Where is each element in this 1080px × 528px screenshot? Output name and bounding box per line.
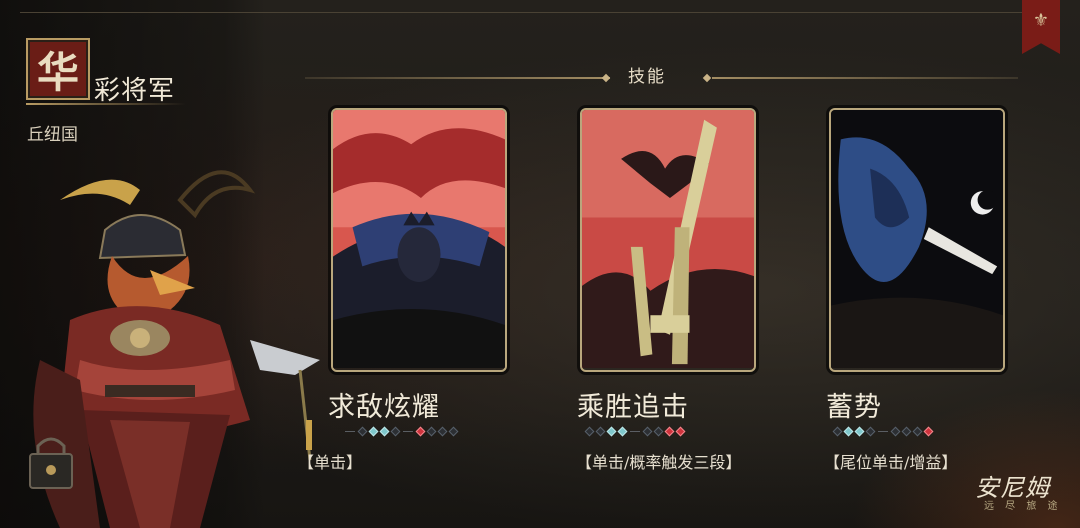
section-divider-right bbox=[712, 77, 1018, 79]
skill-tag-3: 【尾位单击/增益】 bbox=[824, 453, 958, 472]
pip-red bbox=[415, 426, 426, 436]
pip-cyan bbox=[606, 426, 617, 436]
pip bbox=[448, 426, 459, 436]
skill-card-1[interactable] bbox=[331, 108, 507, 372]
skill-tag-2: 【单击/概率触发三段】 bbox=[576, 453, 742, 472]
pip bbox=[390, 426, 401, 436]
character-nation: 丘纽国 bbox=[27, 125, 78, 145]
faction-glyph: 华 bbox=[36, 47, 79, 97]
name-underline bbox=[26, 103, 186, 105]
game-logo-subtitle: 远 尽 旅 途 bbox=[984, 501, 1062, 512]
pip-red bbox=[664, 426, 675, 436]
pip-red bbox=[675, 426, 686, 436]
pip-cyan bbox=[843, 426, 854, 436]
top-divider bbox=[20, 12, 1060, 13]
pip bbox=[901, 426, 912, 436]
crowned-knight-wings-art bbox=[333, 110, 505, 368]
pip bbox=[584, 426, 595, 436]
pip-cyan bbox=[379, 426, 390, 436]
skill-name-3: 蓄势 bbox=[826, 392, 882, 423]
skill-tag-1: 【单击】 bbox=[298, 453, 363, 472]
pip bbox=[832, 426, 843, 436]
skill-position-pips-2 bbox=[584, 425, 686, 437]
pip bbox=[642, 426, 653, 436]
pip-cyan bbox=[368, 426, 379, 436]
pip bbox=[426, 426, 437, 436]
character-name: 彩将军 bbox=[94, 76, 176, 106]
pip-cyan bbox=[854, 426, 865, 436]
pip bbox=[595, 426, 606, 436]
pip bbox=[890, 426, 901, 436]
faction-badge: 华 bbox=[26, 38, 90, 100]
bird-and-sword-art bbox=[582, 110, 754, 368]
warrior-moon-sword-art bbox=[831, 110, 1003, 368]
section-divider-left bbox=[305, 77, 610, 79]
skill-card-2[interactable] bbox=[580, 108, 756, 372]
skill-card-3[interactable] bbox=[829, 108, 1005, 372]
section-title: 技能 bbox=[628, 67, 666, 87]
skill-name-1: 求敌炫耀 bbox=[328, 392, 440, 423]
pip bbox=[357, 426, 368, 436]
pip-red bbox=[923, 426, 934, 436]
skill-name-2: 乘胜追击 bbox=[577, 392, 689, 423]
skill-position-pips-1 bbox=[345, 425, 459, 437]
pip bbox=[437, 426, 448, 436]
lock-icon[interactable] bbox=[28, 432, 74, 490]
pip bbox=[912, 426, 923, 436]
pip-cyan bbox=[617, 426, 628, 436]
pip bbox=[865, 426, 876, 436]
pip bbox=[653, 426, 664, 436]
skill-position-pips-3 bbox=[832, 425, 934, 437]
